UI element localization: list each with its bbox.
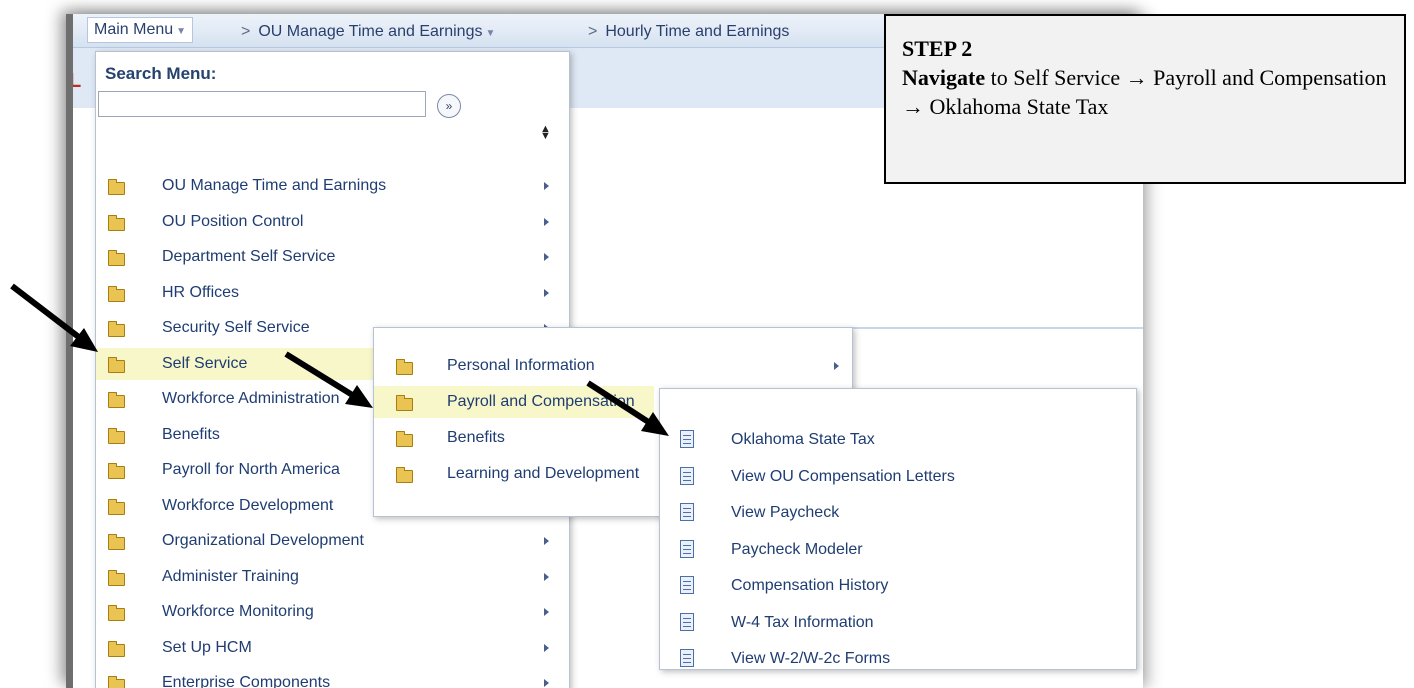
annotation-arrows	[10, 283, 669, 436]
pointer-arrow-1	[10, 283, 98, 352]
pointer-arrow-3	[586, 380, 669, 436]
pointer-arrow-2	[284, 351, 373, 408]
